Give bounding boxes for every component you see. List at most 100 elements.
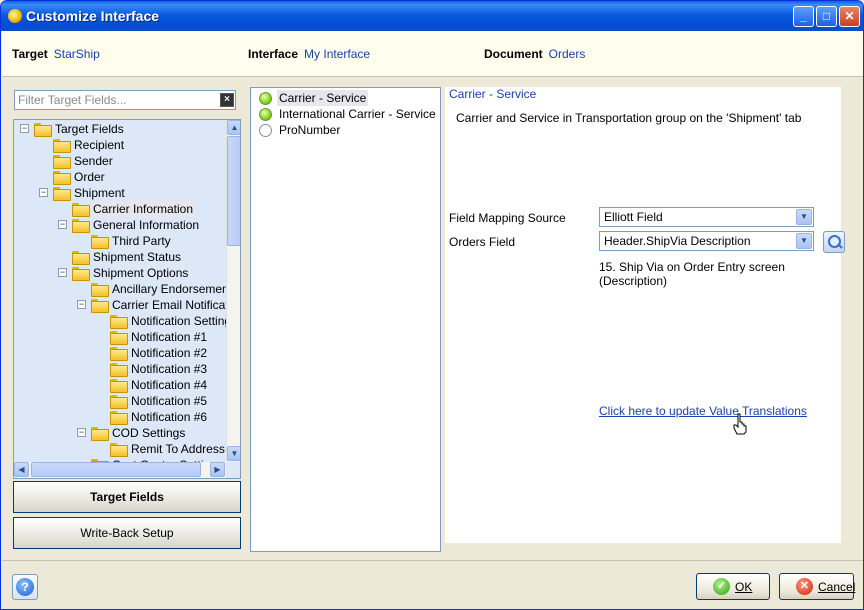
folder-icon <box>110 363 128 377</box>
tree-vertical-scrollbar[interactable]: ▲ ▼ <box>226 120 240 462</box>
tree-horizontal-scrollbar[interactable]: ◀ ▶ <box>14 462 226 478</box>
help-icon: ? <box>16 578 34 596</box>
target-value: StarShip <box>53 47 100 61</box>
detail-title: Carrier - Service <box>449 87 537 101</box>
field-list[interactable]: Carrier - Service International Carrier … <box>250 87 441 552</box>
tree-node-label: Target Fields <box>55 122 124 136</box>
folder-icon <box>110 347 128 361</box>
target-info: Target StarShip <box>12 47 100 61</box>
dialog-footer: ? ✓ OK ✕ Cancel <box>2 560 863 609</box>
scroll-right-icon[interactable]: ▶ <box>210 462 225 477</box>
interface-label: Interface <box>248 47 299 61</box>
orders-field-value: Header.ShipVia Description <box>604 234 751 248</box>
collapse-icon[interactable]: − <box>77 300 86 309</box>
ok-button[interactable]: ✓ OK <box>696 573 770 600</box>
cancel-button[interactable]: ✕ Cancel <box>779 573 856 600</box>
scroll-thumb[interactable] <box>227 136 240 246</box>
close-window-button[interactable]: ✕ <box>839 6 860 27</box>
mapping-source-label: Field Mapping Source <box>449 211 566 225</box>
chevron-down-icon[interactable]: ▼ <box>796 233 812 249</box>
tree-node-label: Order <box>74 170 105 184</box>
target-fields-button[interactable]: Target Fields <box>13 481 241 513</box>
unmapped-status-icon <box>259 124 272 137</box>
close-icon[interactable]: × <box>220 93 234 107</box>
mapping-source-value: Elliott Field <box>604 210 663 224</box>
target-fields-panel: Filter Target Fields... × − Target Fields… <box>11 87 243 549</box>
tree-node-label: Notification #1 <box>131 330 208 344</box>
folder-icon <box>110 379 128 393</box>
folder-icon <box>110 443 128 457</box>
collapse-icon[interactable]: − <box>77 428 86 437</box>
minimize-button[interactable]: _ <box>793 6 814 27</box>
magnifier-icon[interactable] <box>823 231 845 253</box>
detail-description: Carrier and Service in Transportation gr… <box>456 111 802 125</box>
folder-icon <box>91 299 109 313</box>
write-back-setup-button[interactable]: Write-Back Setup <box>13 517 241 549</box>
collapse-icon[interactable]: − <box>58 268 67 277</box>
document-value: Orders <box>548 47 586 61</box>
target-fields-tree[interactable]: − Target Fields Recipient Sender Order − Shipm… <box>13 119 241 479</box>
folder-icon <box>72 203 90 217</box>
tree-node-label: Recipient <box>74 138 125 152</box>
folder-icon <box>110 331 128 345</box>
maximize-button[interactable]: □ <box>816 6 837 27</box>
tree-node-label: Ancillary Endorsement <box>112 282 226 296</box>
tree-node-label: Notification #5 <box>131 394 208 408</box>
orders-field-select[interactable]: Header.ShipVia Description ▼ <box>599 231 814 251</box>
orders-field-label: Orders Field <box>449 235 516 249</box>
title-bar[interactable]: Customize Interface _ □ ✕ <box>1 1 863 31</box>
document-label: Document <box>484 47 543 61</box>
tree-node-label: Shipment Options <box>93 266 189 280</box>
tree-content: − Target Fields Recipient Sender Order − Shipm… <box>14 120 226 462</box>
tree-node-label: Carrier Information <box>91 201 196 217</box>
customize-interface-window: Customize Interface _ □ ✕ Target StarShip… <box>0 0 864 610</box>
folder-icon <box>110 411 128 425</box>
cancel-label: Cancel <box>818 580 856 594</box>
folder-icon <box>72 219 90 233</box>
folder-icon <box>53 139 71 153</box>
hand-cursor-icon <box>733 413 747 435</box>
folder-icon <box>91 427 109 441</box>
tree-node-label: COD Settings <box>112 426 186 440</box>
tree-node-label: Shipment <box>74 186 125 200</box>
scroll-down-icon[interactable]: ▼ <box>227 446 240 461</box>
filter-input[interactable]: Filter Target Fields... <box>14 90 236 110</box>
tree-node-label: Notification Setting <box>131 314 226 328</box>
field-detail-panel: Carrier - Service Carrier and Service in… <box>445 87 845 543</box>
app-icon <box>8 9 22 23</box>
folder-icon <box>72 251 90 265</box>
folder-icon <box>110 395 128 409</box>
check-icon: ✓ <box>713 578 730 595</box>
value-translations-link[interactable]: Click here to update Value Translations <box>599 404 807 418</box>
collapse-icon[interactable]: − <box>39 188 48 197</box>
window-title: Customize Interface <box>26 8 160 24</box>
target-label: Target <box>12 47 48 61</box>
chevron-down-icon[interactable]: ▼ <box>796 209 812 225</box>
list-item-label: International Carrier - Service <box>279 107 436 121</box>
tree-node-label: General Information <box>93 218 200 232</box>
folder-icon <box>53 171 71 185</box>
folder-icon <box>72 267 90 281</box>
tree-node-label: Notification #3 <box>131 362 208 376</box>
scroll-left-icon[interactable]: ◀ <box>14 462 29 477</box>
list-item-label: Carrier - Service <box>277 90 369 106</box>
help-button[interactable]: ? <box>12 574 38 600</box>
mapped-status-icon <box>259 108 272 121</box>
mapped-status-icon <box>259 92 272 105</box>
folder-icon <box>34 123 52 137</box>
collapse-icon[interactable]: − <box>58 220 67 229</box>
scroll-up-icon[interactable]: ▲ <box>227 120 240 135</box>
document-info: Document Orders <box>484 47 585 61</box>
tree-node-label: Third Party <box>112 234 171 248</box>
tree-node-label: Remit To Address <box>131 442 225 456</box>
collapse-icon[interactable]: − <box>20 124 29 133</box>
interface-info: Interface My Interface <box>248 47 370 61</box>
interface-value: My Interface <box>304 47 371 61</box>
tree-node-label: Notification #2 <box>131 346 208 360</box>
tree-node-label: Shipment Status <box>93 250 182 264</box>
tree-node-label: Carrier Email Notificatio <box>112 298 226 312</box>
orders-field-note: 15. Ship Via on Order Entry screen (Desc… <box>599 260 785 288</box>
hscroll-thumb[interactable] <box>31 462 201 477</box>
folder-icon <box>110 315 128 329</box>
mapping-source-select[interactable]: Elliott Field ▼ <box>599 207 814 227</box>
